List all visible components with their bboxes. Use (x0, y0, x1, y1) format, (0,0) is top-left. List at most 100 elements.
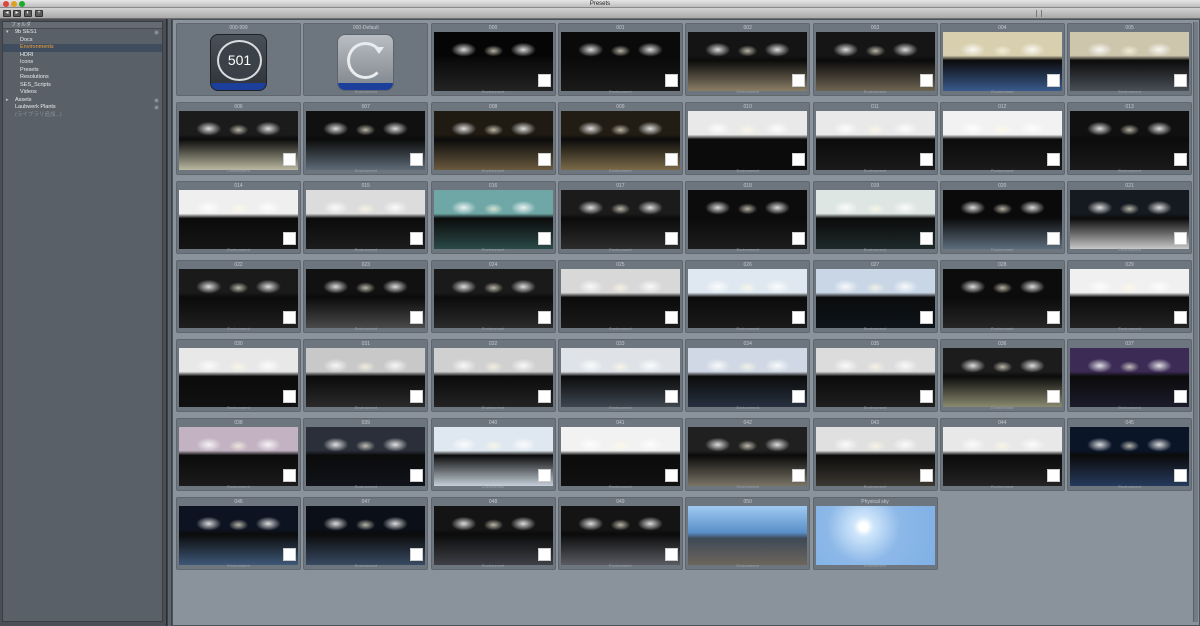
home-button[interactable]: ◐ (24, 10, 32, 17)
select-checkbox[interactable] (537, 548, 551, 561)
select-checkbox[interactable] (283, 548, 296, 561)
select-checkbox[interactable] (792, 390, 806, 403)
sidebar-item-resolutions[interactable]: Resolutions (3, 74, 162, 82)
select-checkbox[interactable] (919, 153, 933, 166)
select-checkbox[interactable] (919, 311, 933, 324)
select-checkbox[interactable] (410, 311, 424, 324)
preset-card[interactable]: 036 Environment (939, 339, 1065, 412)
gear-icon[interactable] (154, 30, 159, 35)
select-checkbox[interactable] (283, 311, 296, 324)
preset-card[interactable]: 026 Environment (685, 260, 811, 333)
gear-icon[interactable] (154, 97, 159, 103)
select-checkbox[interactable] (1174, 390, 1188, 403)
select-checkbox[interactable] (283, 232, 296, 245)
sidebar-item-presets[interactable]: Presets (3, 67, 162, 75)
select-checkbox[interactable] (1046, 390, 1060, 403)
preset-card[interactable]: 018 Environment (685, 181, 811, 254)
preset-card[interactable]: 027 Environment (812, 260, 938, 333)
select-checkbox[interactable] (537, 232, 551, 245)
preset-card[interactable]: 021 Environment (1067, 181, 1193, 254)
disclosure-open-icon[interactable]: ▾ (6, 29, 9, 37)
preset-card[interactable]: 029 Environment (1067, 260, 1193, 333)
select-checkbox[interactable] (664, 74, 678, 87)
preset-card[interactable]: 023 Environment (303, 260, 429, 333)
select-checkbox[interactable] (664, 390, 678, 403)
preset-card[interactable]: 037 Environment (1067, 339, 1193, 412)
sidebar-item-environments[interactable]: Environments (3, 44, 162, 52)
select-checkbox[interactable] (919, 74, 933, 87)
select-checkbox[interactable] (792, 74, 806, 87)
preset-card[interactable]: 005 Environment (1067, 23, 1193, 96)
select-checkbox[interactable] (410, 153, 424, 166)
preset-card[interactable]: 031 Environment (303, 339, 429, 412)
preset-card[interactable]: 025 Environment (557, 260, 683, 333)
preset-card[interactable]: 041 Environment (557, 418, 683, 491)
preset-card[interactable]: 039 Environment (303, 418, 429, 491)
preset-card[interactable]: 016 Environment (430, 181, 556, 254)
disclosure-closed-icon[interactable]: ▸ (6, 97, 9, 105)
select-checkbox[interactable] (792, 232, 806, 245)
select-checkbox[interactable] (1174, 469, 1188, 482)
sidebar-item-videos[interactable]: Videos (3, 89, 162, 97)
select-checkbox[interactable] (664, 548, 678, 561)
forward-button[interactable]: ▸ (13, 10, 21, 17)
back-button[interactable]: ◂ (3, 10, 11, 17)
preset-card[interactable]: 002 Environment (685, 23, 811, 96)
select-checkbox[interactable] (283, 153, 296, 166)
preset-card[interactable]: 012 Environment (939, 102, 1065, 175)
sidebar-item-assets[interactable]: ▸ Assets (3, 97, 162, 105)
preset-card[interactable]: 015 Environment (303, 181, 429, 254)
preset-card[interactable]: 048 Environment (430, 497, 556, 570)
preset-card[interactable]: 009 Environment (557, 102, 683, 175)
sidebar-item-ses-scripts[interactable]: SES_Scripts (3, 82, 162, 90)
select-checkbox[interactable] (664, 153, 678, 166)
preset-card[interactable]: 032 Environment (430, 339, 556, 412)
preset-card[interactable]: 001 Environment (557, 23, 683, 96)
select-checkbox[interactable] (537, 74, 551, 87)
preset-card[interactable]: 000-Default Environment (303, 23, 429, 96)
preset-card[interactable]: 004 Environment (939, 23, 1065, 96)
select-checkbox[interactable] (1174, 311, 1188, 324)
sidebar-item-9b-ses1[interactable]: ▾ 9b SES1 (3, 29, 162, 37)
sidebar-item-hdri[interactable]: HDRI (3, 52, 162, 60)
select-checkbox[interactable] (1174, 74, 1188, 87)
select-checkbox[interactable] (1046, 74, 1060, 87)
select-checkbox[interactable] (919, 469, 933, 482)
select-checkbox[interactable] (1046, 311, 1060, 324)
preset-card[interactable]: 047 Environment (303, 497, 429, 570)
preset-card[interactable]: 038 Environment (176, 418, 301, 491)
select-checkbox[interactable] (1046, 469, 1060, 482)
select-checkbox[interactable] (919, 232, 933, 245)
select-checkbox[interactable] (410, 232, 424, 245)
select-checkbox[interactable] (792, 153, 806, 166)
select-checkbox[interactable] (1174, 232, 1188, 245)
sidebar-item-icons[interactable]: Icons (3, 59, 162, 67)
preset-card[interactable]: 014 Environment (176, 181, 301, 254)
preset-card[interactable]: 030 Environment (176, 339, 301, 412)
select-checkbox[interactable] (792, 311, 806, 324)
select-checkbox[interactable] (537, 390, 551, 403)
sidebar-item-docs[interactable]: Docs (3, 37, 162, 45)
select-checkbox[interactable] (537, 153, 551, 166)
preset-card[interactable]: 020 Environment (939, 181, 1065, 254)
select-checkbox[interactable] (537, 311, 551, 324)
preset-card[interactable]: 043 Environment (812, 418, 938, 491)
select-checkbox[interactable] (537, 469, 551, 482)
scrollbar[interactable] (1193, 22, 1198, 622)
select-checkbox[interactable] (283, 390, 296, 403)
preset-card[interactable]: 028 Environment (939, 260, 1065, 333)
select-checkbox[interactable] (664, 311, 678, 324)
preset-card[interactable]: 050 Environment (685, 497, 811, 570)
sidebar-item-laubwerk-plants[interactable]: Laubwerk Plants (3, 104, 162, 112)
preset-card[interactable]: 003 Environment (812, 23, 938, 96)
preset-card[interactable]: 010 Environment (685, 102, 811, 175)
select-checkbox[interactable] (283, 469, 296, 482)
preset-card[interactable]: 017 Environment (557, 181, 683, 254)
preset-card[interactable]: 046 Environment (176, 497, 301, 570)
preset-card[interactable]: 000 Environment (430, 23, 556, 96)
preset-card[interactable]: 000-999 501 (176, 23, 301, 96)
sidebar-item-[interactable]: (ライブラリ追加...) (3, 112, 162, 120)
select-checkbox[interactable] (919, 390, 933, 403)
select-checkbox[interactable] (1046, 153, 1060, 166)
preset-card[interactable]: 022 Environment (176, 260, 301, 333)
